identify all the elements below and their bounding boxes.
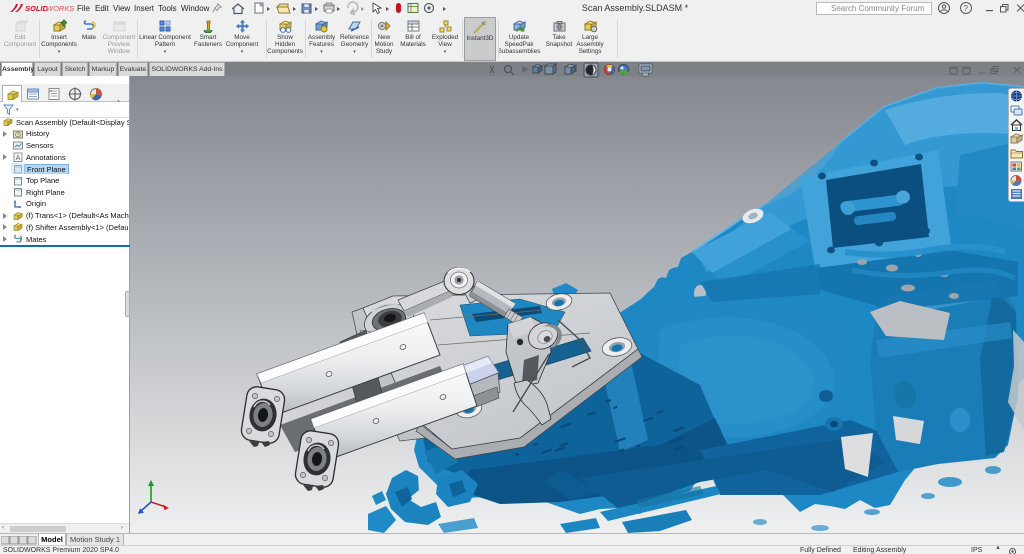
svg-text:A: A xyxy=(16,155,21,162)
svg-text:SOLID: SOLID xyxy=(25,4,49,13)
svg-text:?: ? xyxy=(964,4,969,13)
svg-text:WORKS: WORKS xyxy=(46,4,74,13)
